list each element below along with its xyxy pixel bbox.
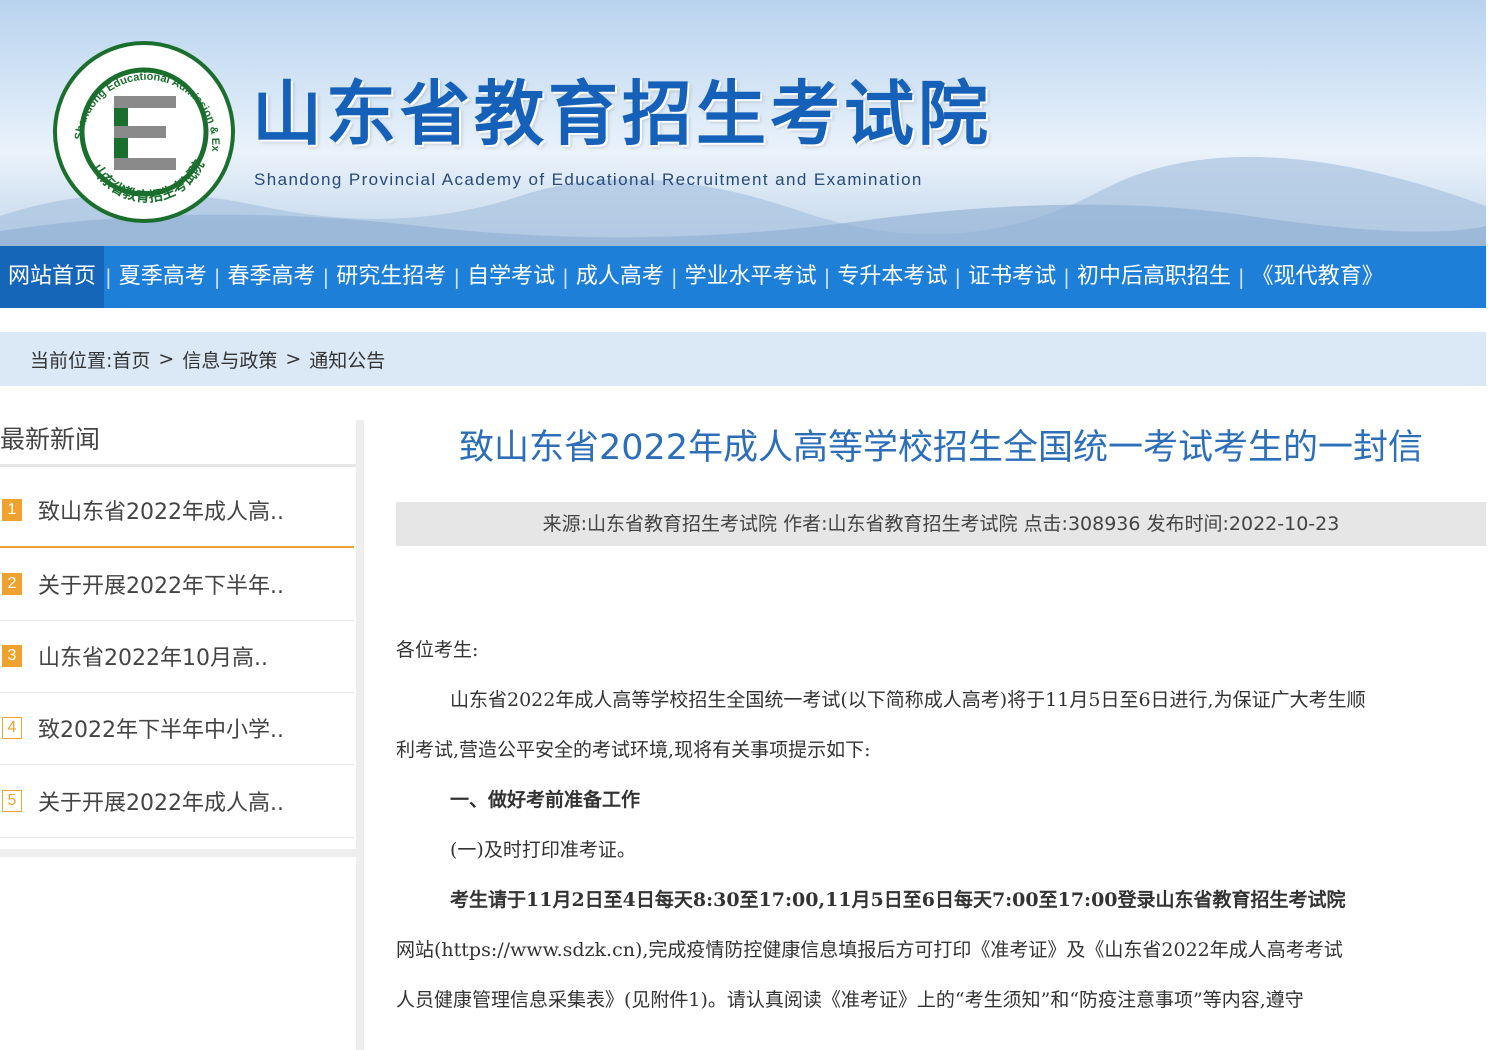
nav-adult-gaokao[interactable]: 成人高考 [570,246,670,308]
nav-separator: | [213,265,221,289]
news-item[interactable]: 3 山东省2022年10月高.. [0,620,354,693]
news-rank-badge: 4 [2,717,22,739]
sidebar-divider [356,420,364,1050]
subsection-heading: (一)及时打印准考证。 [450,839,636,861]
site-subtitle: Shandong Provincial Academy of Education… [254,170,923,189]
breadcrumb-home[interactable]: 首页 [112,346,150,373]
news-link[interactable]: 关于开展2022年成人高.. [38,785,284,817]
breadcrumb: 当前位置: 首页 > 信息与政策 > 通知公告 [0,332,1486,386]
sidebar-title: 最新新闻 [0,420,356,467]
nav-separator: | [322,265,330,289]
nav-summer-gaokao[interactable]: 夏季高考 [113,246,213,308]
site-title: 山东省教育招生考试院 [252,73,992,155]
nav-separator: | [562,265,569,289]
main-nav: 网站首页 | 夏季高考 | 春季高考 | 研究生招考 | 自学考试 | 成人高考… [0,246,1486,308]
news-link[interactable]: 致2022年下半年中小学.. [38,712,284,744]
nav-proficiency-test[interactable]: 学业水平考试 [679,246,823,308]
paragraph-line: 考生请于11月2日至4日每天8:30至17:00,11月5日至6日每天7:00至… [450,889,1346,911]
nav-separator: | [670,265,678,289]
breadcrumb-separator: > [285,348,302,370]
nav-modern-education[interactable]: 《现代教育》 [1246,246,1390,308]
news-item[interactable]: 5 关于开展2022年成人高.. [0,765,354,838]
nav-vocational-admission[interactable]: 初中后高职招生 [1071,246,1237,308]
paragraph-line: 利考试,营造公平安全的考试环境,现将有关事项提示如下: [396,739,871,761]
nav-separator: | [1063,265,1070,289]
news-rank-badge: 1 [2,499,22,521]
sidebar-bottom-bar [0,849,356,857]
paragraph-line: 山东省2022年成人高等学校招生全国统一考试(以下简称成人高考)将于11月5日至… [450,689,1366,711]
breadcrumb-lead: 当前位置: [30,349,113,372]
paragraph-line: 人员健康管理信息采集表》(见附件1)。请认真阅读《准考证》上的“考生须知”和“防… [396,989,1304,1011]
news-link[interactable]: 山东省2022年10月高.. [38,640,268,672]
news-link[interactable]: 致山东省2022年成人高.. [38,494,284,526]
nav-self-study-exam[interactable]: 自学考试 [461,246,561,308]
nav-home[interactable]: 网站首页 [0,246,105,308]
paragraph-line: 网站(https://www.sdzk.cn),完成疫情防控健康信息填报后方可打… [396,939,1343,961]
nav-separator: | [453,265,461,289]
breadcrumb-info-policy[interactable]: 信息与政策 [182,346,277,373]
news-rank-badge: 5 [2,790,22,812]
nav-upgrade-exam[interactable]: 专升本考试 [831,246,953,308]
breadcrumb-notices[interactable]: 通知公告 [309,346,385,373]
news-rank-badge: 3 [2,645,22,667]
nav-separator: | [823,265,831,289]
nav-separator: | [954,265,962,289]
article-title: 致山东省2022年成人高等学校招生全国统一考试考生的一封信 [458,428,1424,468]
salutation: 各位考生: [396,639,479,661]
site-banner: Shandong Educational Admission & Examina… [0,0,1486,246]
nav-separator: | [105,265,112,289]
nav-certificate-exam[interactable]: 证书考试 [962,246,1062,308]
article-meta: 来源:山东省教育招生考试院 作者:山东省教育招生考试院 点击:308936 发布… [396,502,1486,546]
academy-logo[interactable]: Shandong Educational Admission & Examina… [52,40,236,224]
news-item[interactable]: 2 关于开展2022年下半年.. [0,548,354,621]
nav-graduate-exam[interactable]: 研究生招考 [330,246,452,308]
news-rank-badge: 2 [2,573,22,595]
nav-spring-gaokao[interactable]: 春季高考 [222,246,322,308]
section-heading: 一、做好考前准备工作 [450,789,641,811]
news-link[interactable]: 关于开展2022年下半年.. [38,568,284,600]
breadcrumb-separator: > [158,348,175,370]
news-item[interactable]: 1 致山东省2022年成人高.. [0,474,354,548]
nav-separator: | [1237,265,1245,289]
news-item[interactable]: 4 致2022年下半年中小学.. [0,692,354,765]
